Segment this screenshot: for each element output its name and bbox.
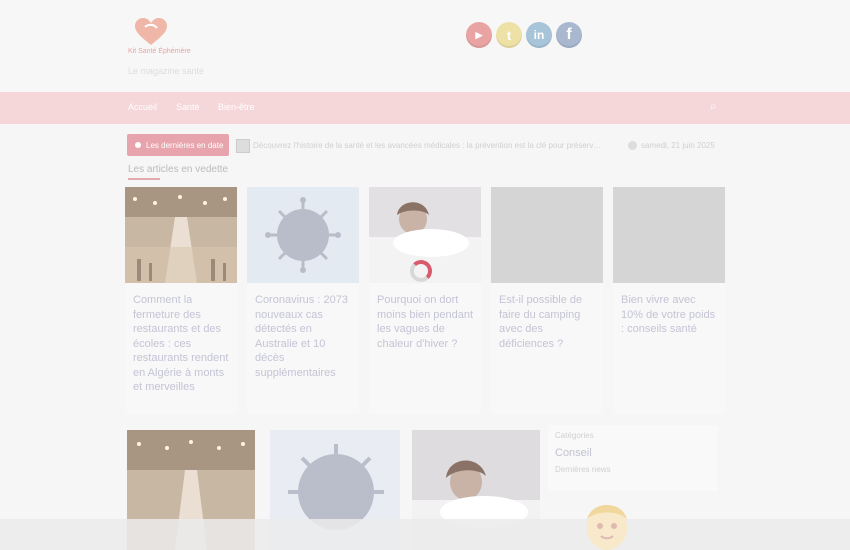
article-title[interactable]: Pourquoi on dort moins bien pendant les … (377, 293, 475, 351)
main-nav: Accueil Santé Bien-être ⌕ (0, 92, 850, 124)
latest-news-button[interactable]: Les dernières en date (127, 134, 229, 156)
panel-label-categories[interactable]: Catégories (555, 431, 594, 440)
article-title[interactable]: Comment la fermeture des restaurants et … (133, 293, 231, 395)
site-header: Kit Santé Éphémère Le magazine santé ▶ t… (0, 0, 850, 92)
article-image[interactable] (125, 187, 237, 283)
twitter-glyph: t (506, 27, 512, 43)
nav-item-home[interactable]: Accueil (128, 102, 157, 112)
article-image[interactable] (247, 187, 359, 283)
mascot-avatar-icon[interactable] (577, 498, 637, 550)
article-title[interactable]: Bien vivre avec 10% de votre poids : con… (621, 293, 719, 337)
site-tagline: Le magazine santé (128, 66, 205, 76)
article-title[interactable]: Coronavirus : 2073 nouveaux cas détectés… (255, 293, 353, 380)
youtube-icon[interactable]: ▶ (466, 22, 492, 48)
nav-item-bien-etre[interactable]: Bien-être (218, 102, 255, 112)
ticker-text[interactable]: Découvrez l'histoire de la santé et les … (253, 141, 603, 150)
facebook-icon[interactable]: f (556, 22, 582, 48)
current-date: samedi, 21 juin 2025 (641, 141, 715, 150)
section-underline (128, 178, 160, 180)
panel-label-news[interactable]: Dernières news (555, 465, 611, 474)
article-card[interactable]: Est-il possible de faire du camping avec… (491, 187, 603, 414)
twitter-icon[interactable]: t (496, 22, 522, 48)
article-title[interactable]: Est-il possible de faire du camping avec… (499, 293, 597, 351)
ticker-thumbnail[interactable] (236, 139, 250, 153)
bottom-overlay-bar (0, 519, 850, 550)
heart-logo-icon (135, 18, 167, 45)
clock-icon (628, 141, 637, 150)
latest-news-label: Les dernières en date (146, 140, 224, 150)
youtube-glyph: ▶ (475, 29, 483, 40)
article-card[interactable]: Coronavirus : 2073 nouveaux cas détectés… (247, 187, 359, 414)
bullet-icon (135, 142, 141, 148)
nav-item-sante[interactable]: Santé (176, 102, 200, 112)
loading-spinner-icon (410, 260, 432, 282)
side-panel: Catégories Conseil Dernières news (548, 425, 718, 491)
linkedin-glyph: in (533, 28, 545, 42)
panel-label-conseil[interactable]: Conseil (555, 447, 592, 459)
facebook-glyph: f (566, 26, 572, 43)
linkedin-icon[interactable]: in (526, 22, 552, 48)
search-icon[interactable]: ⌕ (710, 99, 717, 114)
logo-text: Kit Santé Éphémère (128, 48, 191, 55)
section-title: Les articles en vedette (128, 164, 229, 175)
article-image-placeholder[interactable] (613, 187, 725, 283)
article-card[interactable]: Comment la fermeture des restaurants et … (125, 187, 237, 414)
article-image-placeholder[interactable] (491, 187, 603, 283)
article-card[interactable]: Pourquoi on dort moins bien pendant les … (369, 187, 481, 414)
article-card[interactable]: Bien vivre avec 10% de votre poids : con… (613, 187, 725, 414)
